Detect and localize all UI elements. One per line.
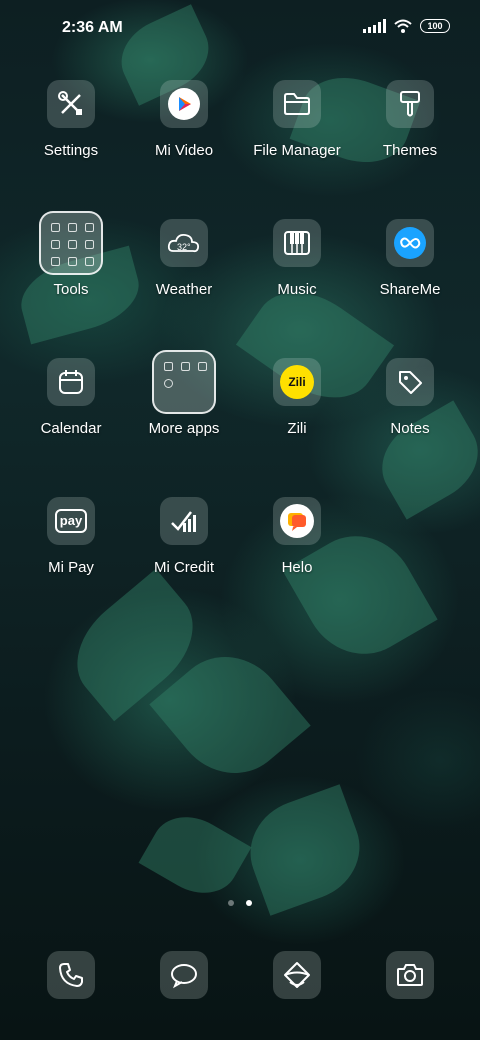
app-label: Notes bbox=[390, 420, 430, 437]
app-calendar[interactable]: Calendar bbox=[15, 356, 127, 437]
settings-icon bbox=[47, 80, 95, 128]
app-mi-pay[interactable]: pay Mi Pay bbox=[15, 495, 127, 576]
app-zili[interactable]: Zili Zili bbox=[241, 356, 353, 437]
app-helo[interactable]: Helo bbox=[241, 495, 353, 576]
cloud-icon: 32° bbox=[160, 219, 208, 267]
folder-icon bbox=[39, 211, 103, 275]
folder-icon bbox=[152, 350, 216, 414]
clock: 2:36 AM bbox=[62, 19, 123, 36]
app-label: Music bbox=[277, 281, 317, 298]
infinity-icon bbox=[386, 219, 434, 267]
wifi-icon bbox=[394, 19, 412, 33]
app-weather[interactable]: 32° Weather bbox=[128, 217, 240, 298]
folder-icon bbox=[273, 80, 321, 128]
app-label: Zili bbox=[287, 420, 307, 437]
app-label: Tools bbox=[53, 281, 89, 298]
chart-icon bbox=[160, 497, 208, 545]
brush-icon bbox=[386, 80, 434, 128]
camera-icon[interactable] bbox=[386, 951, 434, 999]
app-label: Settings bbox=[43, 142, 99, 159]
play-icon bbox=[160, 80, 208, 128]
app-label: Helo bbox=[281, 559, 313, 576]
battery-icon: 100 bbox=[420, 19, 450, 33]
app-label: Weather bbox=[155, 281, 213, 298]
signal-icon bbox=[363, 19, 386, 33]
phone-icon[interactable] bbox=[47, 951, 95, 999]
app-label: Mi Credit bbox=[153, 559, 214, 576]
folder-tools[interactable]: Tools bbox=[15, 211, 127, 298]
app-notes[interactable]: Notes bbox=[354, 356, 466, 437]
app-label: ShareMe bbox=[379, 281, 441, 298]
app-file-manager[interactable]: File Manager bbox=[241, 78, 353, 159]
app-label: Themes bbox=[382, 142, 438, 159]
app-label: Mi Pay bbox=[48, 559, 94, 576]
status-bar: 2:36 AM 100 bbox=[0, 0, 480, 56]
message-icon[interactable] bbox=[160, 951, 208, 999]
page-dot[interactable] bbox=[228, 900, 234, 906]
browser-icon[interactable] bbox=[273, 951, 321, 999]
app-label: Calendar bbox=[40, 420, 102, 437]
app-music[interactable]: Music bbox=[241, 217, 353, 298]
piano-icon bbox=[273, 219, 321, 267]
calendar-icon bbox=[47, 358, 95, 406]
page-dot-active[interactable] bbox=[246, 900, 252, 906]
app-mi-video[interactable]: Mi Video bbox=[128, 78, 240, 159]
app-shareme[interactable]: ShareMe bbox=[354, 217, 466, 298]
chat-bubble-icon bbox=[273, 497, 321, 545]
app-label: File Manager bbox=[253, 142, 341, 159]
page-indicator[interactable] bbox=[0, 900, 480, 906]
pay-icon: pay bbox=[47, 497, 95, 545]
zili-logo: Zili bbox=[273, 358, 321, 406]
app-settings[interactable]: Settings bbox=[15, 78, 127, 159]
app-mi-credit[interactable]: Mi Credit bbox=[128, 495, 240, 576]
tag-icon bbox=[386, 358, 434, 406]
folder-more-apps[interactable]: More apps bbox=[128, 350, 240, 437]
app-label: Mi Video bbox=[154, 142, 214, 159]
app-themes[interactable]: Themes bbox=[354, 78, 466, 159]
temperature-text: 32° bbox=[177, 242, 191, 252]
app-label: More apps bbox=[148, 420, 220, 437]
